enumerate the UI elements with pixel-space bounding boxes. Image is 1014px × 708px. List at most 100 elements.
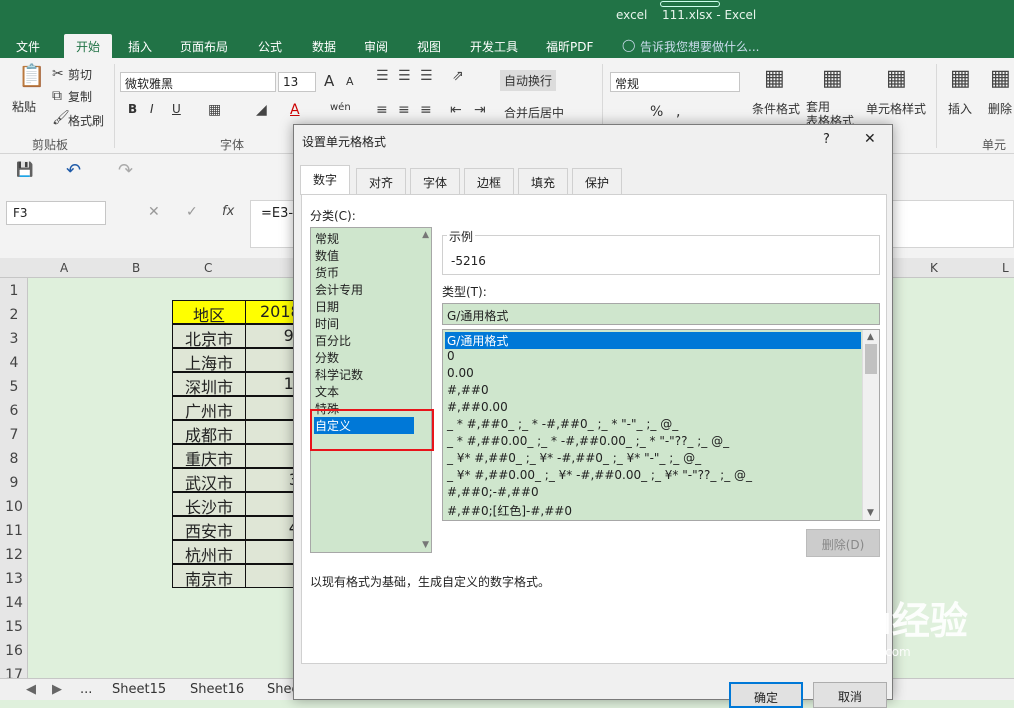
type-item[interactable]: 0.00 bbox=[445, 366, 861, 383]
paste-button[interactable]: 粘贴 bbox=[12, 98, 36, 115]
category-item[interactable]: 数值 bbox=[314, 247, 414, 264]
column-header[interactable]: A bbox=[60, 261, 68, 275]
region-cell[interactable]: 上海市 bbox=[172, 348, 246, 373]
grow-font-button[interactable]: A bbox=[324, 72, 334, 90]
percent-button[interactable]: % bbox=[650, 104, 663, 120]
row-header[interactable]: 14 bbox=[0, 595, 28, 611]
scroll-up-icon[interactable]: ▲ bbox=[867, 332, 874, 342]
region-cell[interactable]: 重庆市 bbox=[172, 444, 246, 469]
next-sheet-icon[interactable]: ▶ bbox=[52, 682, 62, 697]
shrink-font-button[interactable]: A bbox=[346, 75, 354, 88]
align-center-icon[interactable]: ≡ bbox=[398, 102, 410, 118]
row-header[interactable]: 9 bbox=[0, 475, 28, 491]
region-cell[interactable]: 杭州市 bbox=[172, 540, 246, 565]
cut-button[interactable]: 剪切 bbox=[68, 66, 92, 83]
category-item[interactable]: 时间 bbox=[314, 315, 414, 332]
name-box[interactable]: F3 bbox=[6, 201, 106, 225]
category-item[interactable]: 货币 bbox=[314, 264, 414, 281]
row-header[interactable]: 7 bbox=[0, 427, 28, 443]
tab-file[interactable]: 文件 bbox=[16, 38, 40, 55]
type-item[interactable]: _ * #,##0.00_ ;_ * -#,##0.00_ ;_ * "-"??… bbox=[445, 434, 861, 451]
font-color-icon[interactable]: A bbox=[290, 102, 300, 118]
sheet-tab-more[interactable]: ... bbox=[80, 682, 92, 697]
fill-color-icon[interactable]: ◢ bbox=[256, 102, 267, 118]
scroll-thumb[interactable] bbox=[865, 344, 877, 374]
sheet-tab[interactable]: Sheet16 bbox=[190, 682, 244, 697]
region-cell[interactable]: 深圳市 bbox=[172, 372, 246, 397]
decrease-indent-icon[interactable]: ⇤ bbox=[450, 102, 462, 118]
type-item[interactable]: #,##0;-#,##0 bbox=[445, 485, 861, 502]
align-left-icon[interactable]: ≡ bbox=[376, 102, 388, 118]
region-cell[interactable]: 长沙市 bbox=[172, 492, 246, 517]
type-list-scrollbar[interactable]: ▲ ▼ bbox=[862, 330, 879, 520]
category-item[interactable]: 常规 bbox=[314, 230, 414, 247]
type-item[interactable]: #,##0;[红色]-#,##0 bbox=[445, 502, 861, 519]
font-size-select[interactable]: 13 bbox=[278, 72, 316, 92]
italic-button[interactable]: I bbox=[150, 102, 154, 116]
row-header[interactable]: 10 bbox=[0, 499, 28, 515]
tab-formulas[interactable]: 公式 bbox=[258, 38, 282, 55]
tab-home[interactable]: 开始 bbox=[64, 34, 113, 58]
row-header[interactable]: 1 bbox=[0, 283, 28, 299]
category-item[interactable]: 会计专用 bbox=[314, 281, 414, 298]
type-list[interactable]: G/通用格式 0 0.00 #,##0 #,##0.00 _ * #,##0_ … bbox=[442, 329, 880, 521]
orientation-icon[interactable]: ⇗ bbox=[452, 68, 464, 84]
align-right-icon[interactable]: ≡ bbox=[420, 102, 432, 118]
tab-border[interactable]: 边框 bbox=[464, 168, 515, 194]
ok-button[interactable]: 确定 bbox=[729, 682, 803, 708]
category-item[interactable]: 分数 bbox=[314, 349, 414, 366]
row-header[interactable]: 8 bbox=[0, 451, 28, 467]
row-header[interactable]: 12 bbox=[0, 547, 28, 563]
font-name-select[interactable]: 微软雅黑 bbox=[120, 72, 276, 92]
undo-icon[interactable]: ↶ bbox=[66, 160, 81, 181]
column-header[interactable]: K bbox=[930, 261, 938, 275]
row-header[interactable]: 4 bbox=[0, 355, 28, 371]
category-item[interactable]: 百分比 bbox=[314, 332, 414, 349]
type-item[interactable]: _ * #,##0_ ;_ * -#,##0_ ;_ * "-"_ ;_ @_ bbox=[445, 417, 861, 434]
cell-styles-button[interactable]: 单元格样式 bbox=[866, 100, 926, 117]
align-bottom-icon[interactable]: ☰ bbox=[420, 68, 433, 84]
number-format-select[interactable]: 常规 bbox=[610, 72, 740, 92]
save-icon[interactable]: 💾 bbox=[16, 162, 33, 178]
row-header[interactable]: 2 bbox=[0, 307, 28, 323]
borders-icon[interactable]: ▦ bbox=[208, 102, 221, 118]
scroll-down-icon[interactable]: ▼ bbox=[867, 508, 874, 518]
insert-function-icon[interactable]: fx bbox=[222, 204, 234, 219]
delete-button[interactable]: 删除(D) bbox=[806, 529, 880, 557]
align-middle-icon[interactable]: ☰ bbox=[398, 68, 411, 84]
row-header[interactable]: 3 bbox=[0, 331, 28, 347]
copy-button[interactable]: 复制 bbox=[68, 88, 92, 105]
sheet-tab[interactable]: Sheet15 bbox=[112, 682, 166, 697]
region-cell[interactable]: 武汉市 bbox=[172, 468, 246, 493]
row-header[interactable]: 13 bbox=[0, 571, 28, 587]
tab-foxit-pdf[interactable]: 福昕PDF bbox=[546, 38, 593, 55]
wrap-text-button[interactable]: 自动换行 bbox=[500, 70, 557, 91]
type-item[interactable]: _ ¥* #,##0.00_ ;_ ¥* -#,##0.00_ ;_ ¥* "-… bbox=[445, 468, 861, 485]
format-painter-button[interactable]: 格式刷 bbox=[68, 112, 104, 129]
row-header[interactable]: 11 bbox=[0, 523, 28, 539]
help-button[interactable]: ? bbox=[823, 132, 830, 147]
region-cell[interactable]: 西安市 bbox=[172, 516, 246, 541]
tab-number[interactable]: 数字 bbox=[300, 165, 351, 195]
type-input[interactable]: G/通用格式 bbox=[442, 303, 880, 325]
row-header[interactable]: 6 bbox=[0, 403, 28, 419]
tab-view[interactable]: 视图 bbox=[417, 38, 441, 55]
close-button[interactable]: ✕ bbox=[864, 131, 876, 147]
column-header[interactable]: B bbox=[132, 261, 140, 275]
type-item-selected[interactable]: G/通用格式 bbox=[445, 332, 861, 349]
region-cell[interactable]: 广州市 bbox=[172, 396, 246, 421]
increase-indent-icon[interactable]: ⇥ bbox=[474, 102, 486, 118]
region-cell[interactable]: 南京市 bbox=[172, 564, 246, 589]
region-cell[interactable]: 成都市 bbox=[172, 420, 246, 445]
enter-icon[interactable]: ✓ bbox=[186, 204, 198, 220]
type-item[interactable]: #,##0.00 bbox=[445, 400, 861, 417]
tab-review[interactable]: 审阅 bbox=[364, 38, 388, 55]
header-cell-region[interactable]: 地区 bbox=[172, 300, 246, 325]
underline-button[interactable]: U bbox=[172, 102, 181, 116]
column-header[interactable]: L bbox=[1002, 261, 1009, 275]
category-item[interactable]: 科学记数 bbox=[314, 366, 414, 383]
row-header[interactable]: 16 bbox=[0, 643, 28, 659]
merge-center-button[interactable]: 合并后居中 bbox=[504, 104, 564, 121]
type-item[interactable]: 0 bbox=[445, 349, 861, 366]
type-item[interactable]: #,##0 bbox=[445, 383, 861, 400]
